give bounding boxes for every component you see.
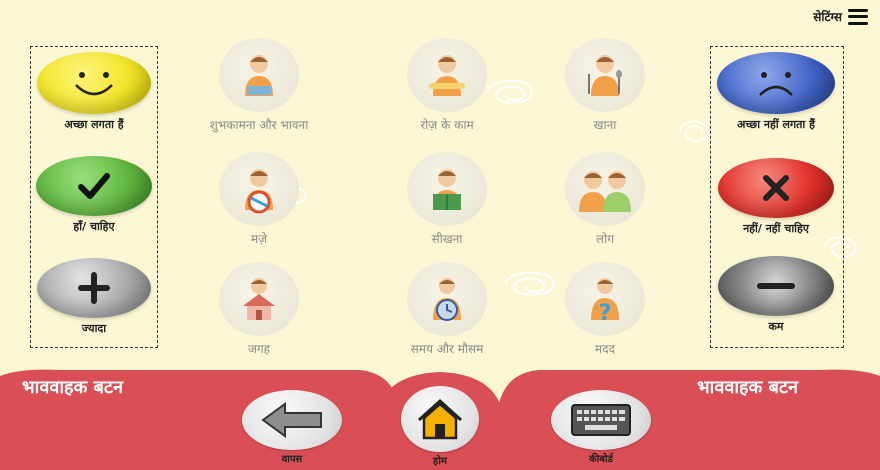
- less-button[interactable]: कम: [716, 256, 836, 334]
- keyboard-button[interactable]: कीबोर्ड: [551, 390, 651, 465]
- category-label: शुभकामना और भावना: [209, 118, 309, 132]
- eating-boy-icon: [565, 38, 645, 112]
- home-label: होम: [433, 456, 447, 467]
- category-label: रोज़ के काम: [420, 118, 474, 132]
- category-greetings-feelings[interactable]: शुभकामना और भावना: [184, 38, 334, 133]
- settings-label: सेटिंग्स: [813, 10, 842, 24]
- category-learning[interactable]: सीखना: [372, 152, 522, 247]
- dislike-button[interactable]: अच्छा नहीं लगता हैं: [716, 52, 836, 132]
- svg-text:?: ?: [599, 301, 612, 324]
- back-button[interactable]: वापस: [242, 390, 342, 465]
- hamburger-menu-icon[interactable]: [848, 8, 868, 25]
- house-boy-icon: [219, 262, 299, 336]
- yes-want-button[interactable]: हाँ/ चाहिए: [34, 156, 154, 234]
- reading-boy-icon: [407, 152, 487, 226]
- daily-tasks-boy-icon: [407, 38, 487, 112]
- category-label: समय और मौसम: [410, 342, 484, 356]
- cross-icon: [718, 158, 834, 218]
- ball-boy-icon: [219, 152, 299, 226]
- keyboard-icon: [551, 390, 651, 450]
- back-label: वापस: [281, 454, 303, 465]
- category-label: मज़े: [250, 232, 268, 246]
- category-label: जगह: [247, 342, 271, 356]
- category-people[interactable]: लोग: [530, 152, 680, 247]
- like-button[interactable]: अच्छा लगता हैं: [36, 52, 152, 132]
- category-label: मदद: [595, 342, 615, 356]
- more-label: ज्यादा: [81, 322, 107, 335]
- plus-icon: [37, 258, 151, 318]
- category-daily-tasks[interactable]: रोज़ के काम: [372, 38, 522, 133]
- category-time-weather[interactable]: समय और मौसम: [372, 262, 522, 357]
- left-arrow-icon: [242, 390, 342, 450]
- keyboard-label: कीबोर्ड: [589, 454, 613, 465]
- category-places[interactable]: जगह: [184, 262, 334, 357]
- minus-icon: [718, 256, 834, 316]
- category-food[interactable]: खाना: [530, 38, 680, 133]
- swirl-decoration: [679, 120, 710, 142]
- yes-want-label: हाँ/ चाहिए: [73, 220, 115, 233]
- less-label: कम: [768, 320, 784, 333]
- category-help[interactable]: ? मदद: [530, 262, 680, 357]
- no-dont-want-label: नहीं/ नहीं चाहिए: [743, 222, 809, 235]
- bottom-right-title: भाववाहक बटन: [697, 377, 798, 398]
- category-label: खाना: [593, 118, 617, 132]
- greeting-boy-icon: [219, 38, 299, 112]
- category-label: लोग: [595, 232, 614, 246]
- checkmark-icon: [36, 156, 152, 216]
- no-dont-want-button[interactable]: नहीं/ नहीं चाहिए: [716, 158, 836, 236]
- more-button[interactable]: ज्यादा: [36, 258, 152, 336]
- bottom-left-title: भाववाहक बटन: [22, 377, 123, 398]
- category-fun[interactable]: मज़े: [184, 152, 334, 247]
- like-label: अच्छा लगता हैं: [64, 118, 124, 131]
- home-icon: [401, 386, 479, 452]
- dislike-label: अच्छा नहीं लगता हैं: [737, 118, 815, 131]
- category-label: सीखना: [431, 232, 463, 246]
- question-boy-icon: ?: [565, 262, 645, 336]
- settings-menu[interactable]: सेटिंग्स: [813, 8, 868, 25]
- clock-boy-icon: [407, 262, 487, 336]
- sad-face-icon: [717, 52, 835, 114]
- two-boys-icon: [565, 152, 645, 226]
- home-button[interactable]: होम: [401, 386, 479, 467]
- smiley-face-icon: [37, 52, 151, 114]
